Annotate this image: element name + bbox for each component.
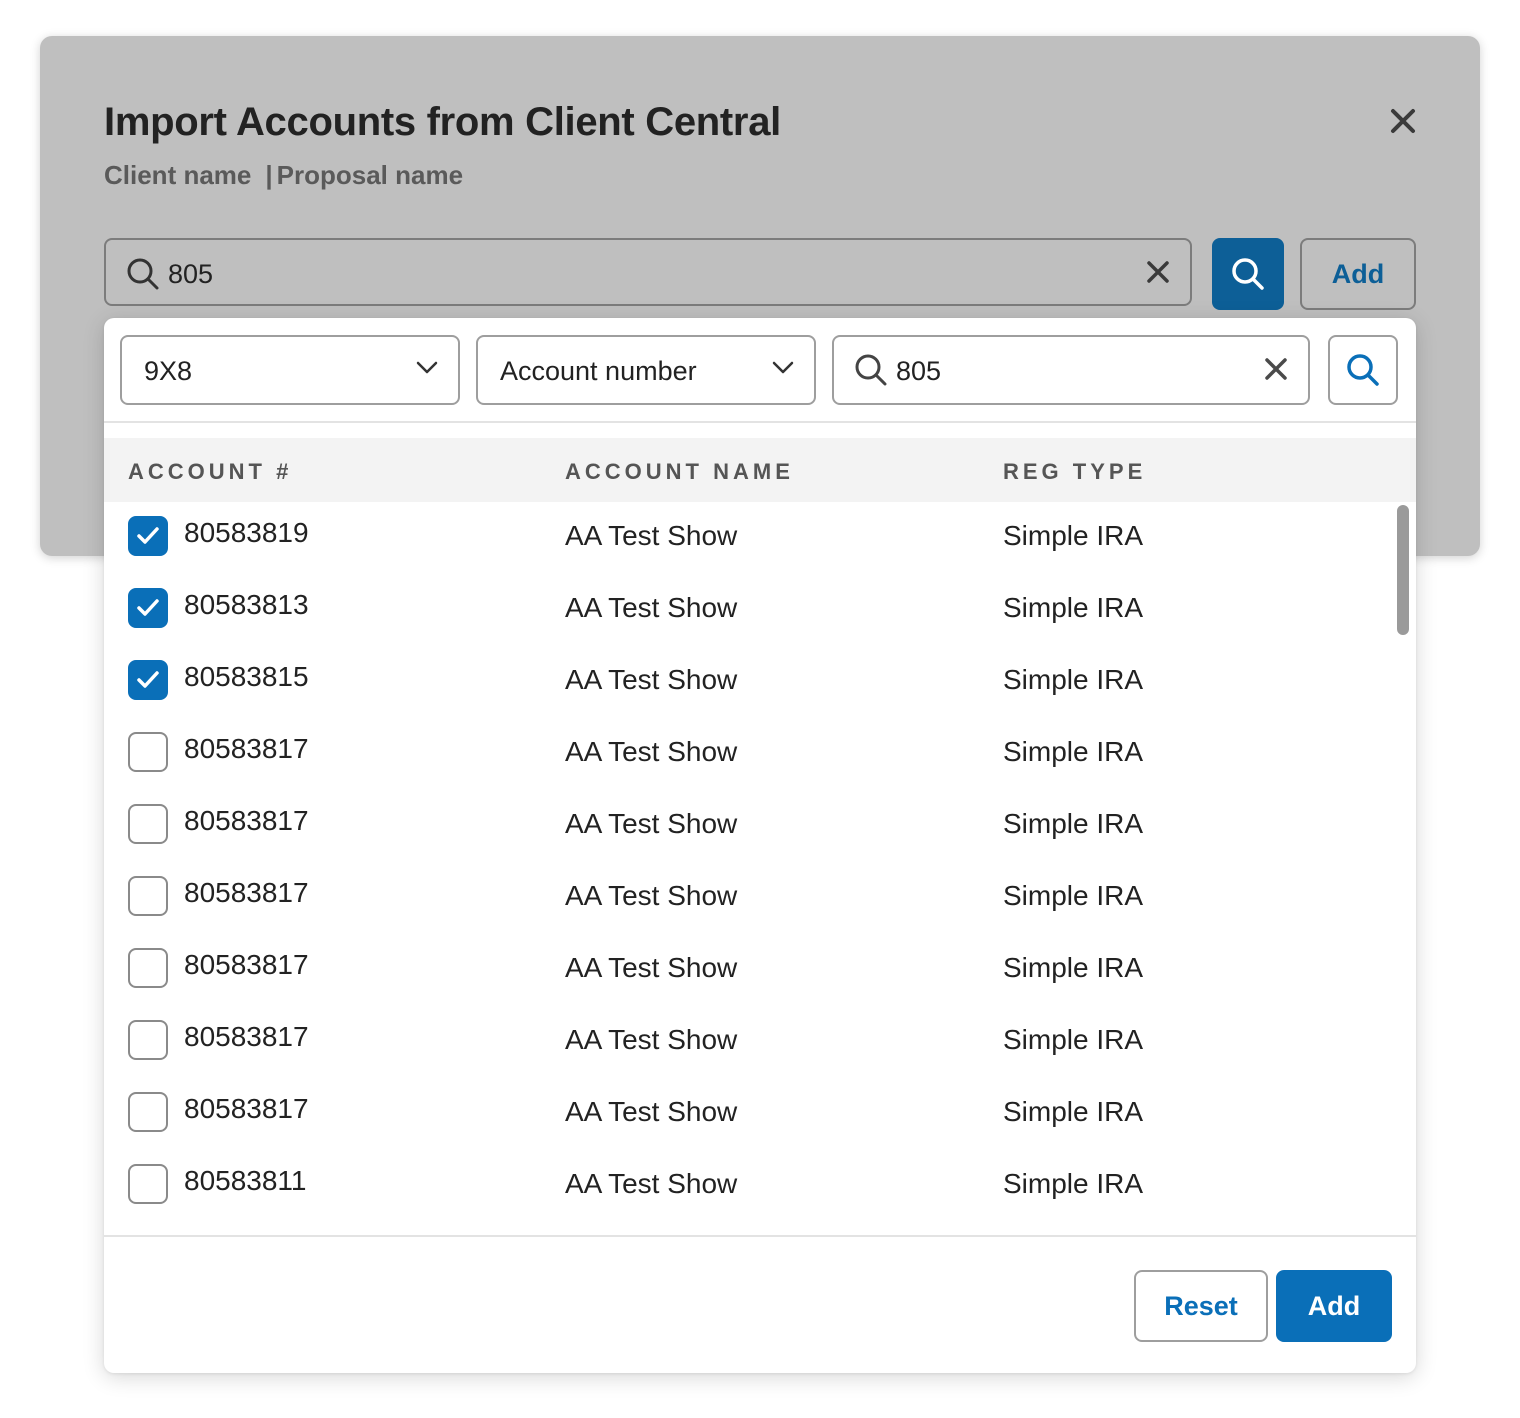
table-row[interactable]: 80583817 AA Test Show Simple IRA bbox=[104, 718, 1384, 790]
row-checkbox[interactable] bbox=[128, 516, 168, 556]
table-row[interactable]: 80583817 AA Test Show Simple IRA bbox=[104, 1078, 1384, 1150]
divider bbox=[104, 1235, 1416, 1237]
divider bbox=[104, 421, 1416, 423]
cell-reg-type: Simple IRA bbox=[1003, 880, 1144, 911]
reset-button[interactable]: Reset bbox=[1134, 1270, 1268, 1342]
proposal-name: Proposal name bbox=[276, 160, 464, 190]
cell-reg-type: Simple IRA bbox=[1003, 1168, 1144, 1199]
add-selected-button[interactable]: Add bbox=[1276, 1270, 1392, 1342]
search-field-select-value: Account number bbox=[500, 356, 697, 386]
search-button[interactable] bbox=[1212, 238, 1284, 310]
row-checkbox[interactable] bbox=[128, 1092, 168, 1132]
checkmark-icon bbox=[137, 671, 159, 688]
close-icon bbox=[1391, 109, 1415, 133]
cell-account-number: 80583817 bbox=[184, 877, 309, 908]
table-row[interactable]: 80583819 AA Test Show Simple IRA bbox=[104, 502, 1384, 574]
search-value: 805 bbox=[168, 259, 214, 289]
cell-account-name: AA Test Show bbox=[565, 592, 738, 623]
cell-reg-type: Simple IRA bbox=[1003, 1024, 1144, 1055]
row-checkbox[interactable] bbox=[128, 732, 168, 772]
modal-subtitle: Client name | Proposal name bbox=[104, 160, 463, 191]
cell-reg-type: Simple IRA bbox=[1003, 520, 1144, 551]
cell-account-name: AA Test Show bbox=[565, 808, 738, 839]
checkmark-icon bbox=[137, 527, 159, 544]
search-icon bbox=[127, 258, 159, 290]
cell-reg-type: Simple IRA bbox=[1003, 952, 1144, 983]
row-checkbox[interactable] bbox=[128, 1020, 168, 1060]
chevron-down-icon bbox=[772, 361, 794, 374]
add-button[interactable]: Add bbox=[1300, 238, 1416, 310]
cell-account-number: 80583817 bbox=[184, 1021, 309, 1052]
cell-account-number: 80583817 bbox=[184, 733, 309, 764]
scrollbar-thumb[interactable] bbox=[1397, 505, 1409, 635]
close-button[interactable] bbox=[1386, 104, 1420, 138]
chevron-down-icon bbox=[416, 361, 438, 374]
table-row[interactable]: 80583817 AA Test Show Simple IRA bbox=[104, 790, 1384, 862]
cell-account-name: AA Test Show bbox=[565, 880, 738, 911]
client-name: Client name bbox=[104, 160, 252, 190]
table-row[interactable]: 80583817 AA Test Show Simple IRA bbox=[104, 934, 1384, 1006]
row-checkbox[interactable] bbox=[128, 660, 168, 700]
filter-search-button[interactable] bbox=[1328, 335, 1398, 405]
cell-account-number: 80583817 bbox=[184, 1093, 309, 1124]
account-results-dropdown: 9X8 Account number 805 ACCOUNT # ACCOUNT… bbox=[104, 318, 1416, 1373]
cell-account-name: AA Test Show bbox=[565, 520, 738, 551]
checkmark-icon bbox=[137, 599, 159, 616]
cell-account-name: AA Test Show bbox=[565, 1168, 738, 1199]
row-checkbox[interactable] bbox=[128, 1164, 168, 1204]
table-row[interactable]: 80583817 AA Test Show Simple IRA bbox=[104, 862, 1384, 934]
cell-account-number: 80583815 bbox=[184, 661, 309, 692]
modal-title: Import Accounts from Client Central bbox=[104, 100, 781, 144]
clear-icon[interactable] bbox=[1264, 357, 1288, 381]
code-select-value: 9X8 bbox=[144, 356, 193, 386]
row-checkbox[interactable] bbox=[128, 588, 168, 628]
cell-account-number: 80583817 bbox=[184, 949, 309, 980]
cell-account-number: 80583813 bbox=[184, 589, 309, 620]
table-header: ACCOUNT # ACCOUNT NAME REG TYPE bbox=[104, 438, 1416, 502]
cell-reg-type: Simple IRA bbox=[1003, 592, 1144, 623]
account-search-input[interactable]: 805 bbox=[104, 238, 1192, 306]
code-select[interactable]: 9X8 bbox=[120, 335, 460, 405]
search-field-select[interactable]: Account number bbox=[476, 335, 816, 405]
cell-account-number: 80583819 bbox=[184, 517, 309, 548]
cell-account-name: AA Test Show bbox=[565, 664, 738, 695]
table-row[interactable]: 80583813 AA Test Show Simple IRA bbox=[104, 574, 1384, 646]
search-icon bbox=[1232, 258, 1264, 290]
header-reg-type: REG TYPE bbox=[1003, 459, 1147, 484]
table-row[interactable]: 80583817 AA Test Show Simple IRA bbox=[104, 1006, 1384, 1078]
cell-account-number: 80583817 bbox=[184, 805, 309, 836]
filter-search-value: 805 bbox=[896, 356, 942, 386]
cell-account-name: AA Test Show bbox=[565, 1096, 738, 1127]
cell-reg-type: Simple IRA bbox=[1003, 1096, 1144, 1127]
table-row[interactable]: 80583815 AA Test Show Simple IRA bbox=[104, 646, 1384, 718]
header-account-name: ACCOUNT NAME bbox=[565, 459, 794, 484]
row-checkbox[interactable] bbox=[128, 876, 168, 916]
cell-reg-type: Simple IRA bbox=[1003, 664, 1144, 695]
filter-search-input[interactable]: 805 bbox=[832, 335, 1310, 405]
cell-reg-type: Simple IRA bbox=[1003, 736, 1144, 767]
clear-icon[interactable] bbox=[1146, 260, 1170, 284]
cell-account-name: AA Test Show bbox=[565, 736, 738, 767]
cell-account-number: 80583811 bbox=[184, 1165, 307, 1196]
cell-account-name: AA Test Show bbox=[565, 952, 738, 983]
row-checkbox[interactable] bbox=[128, 948, 168, 988]
subtitle-separator: | bbox=[265, 160, 273, 190]
cell-reg-type: Simple IRA bbox=[1003, 808, 1144, 839]
header-account-number: ACCOUNT # bbox=[128, 459, 293, 484]
row-checkbox[interactable] bbox=[128, 804, 168, 844]
search-icon bbox=[855, 354, 887, 386]
cell-account-name: AA Test Show bbox=[565, 1024, 738, 1055]
table-row[interactable]: 80583811 AA Test Show Simple IRA bbox=[104, 1150, 1384, 1222]
search-icon bbox=[1347, 354, 1379, 386]
